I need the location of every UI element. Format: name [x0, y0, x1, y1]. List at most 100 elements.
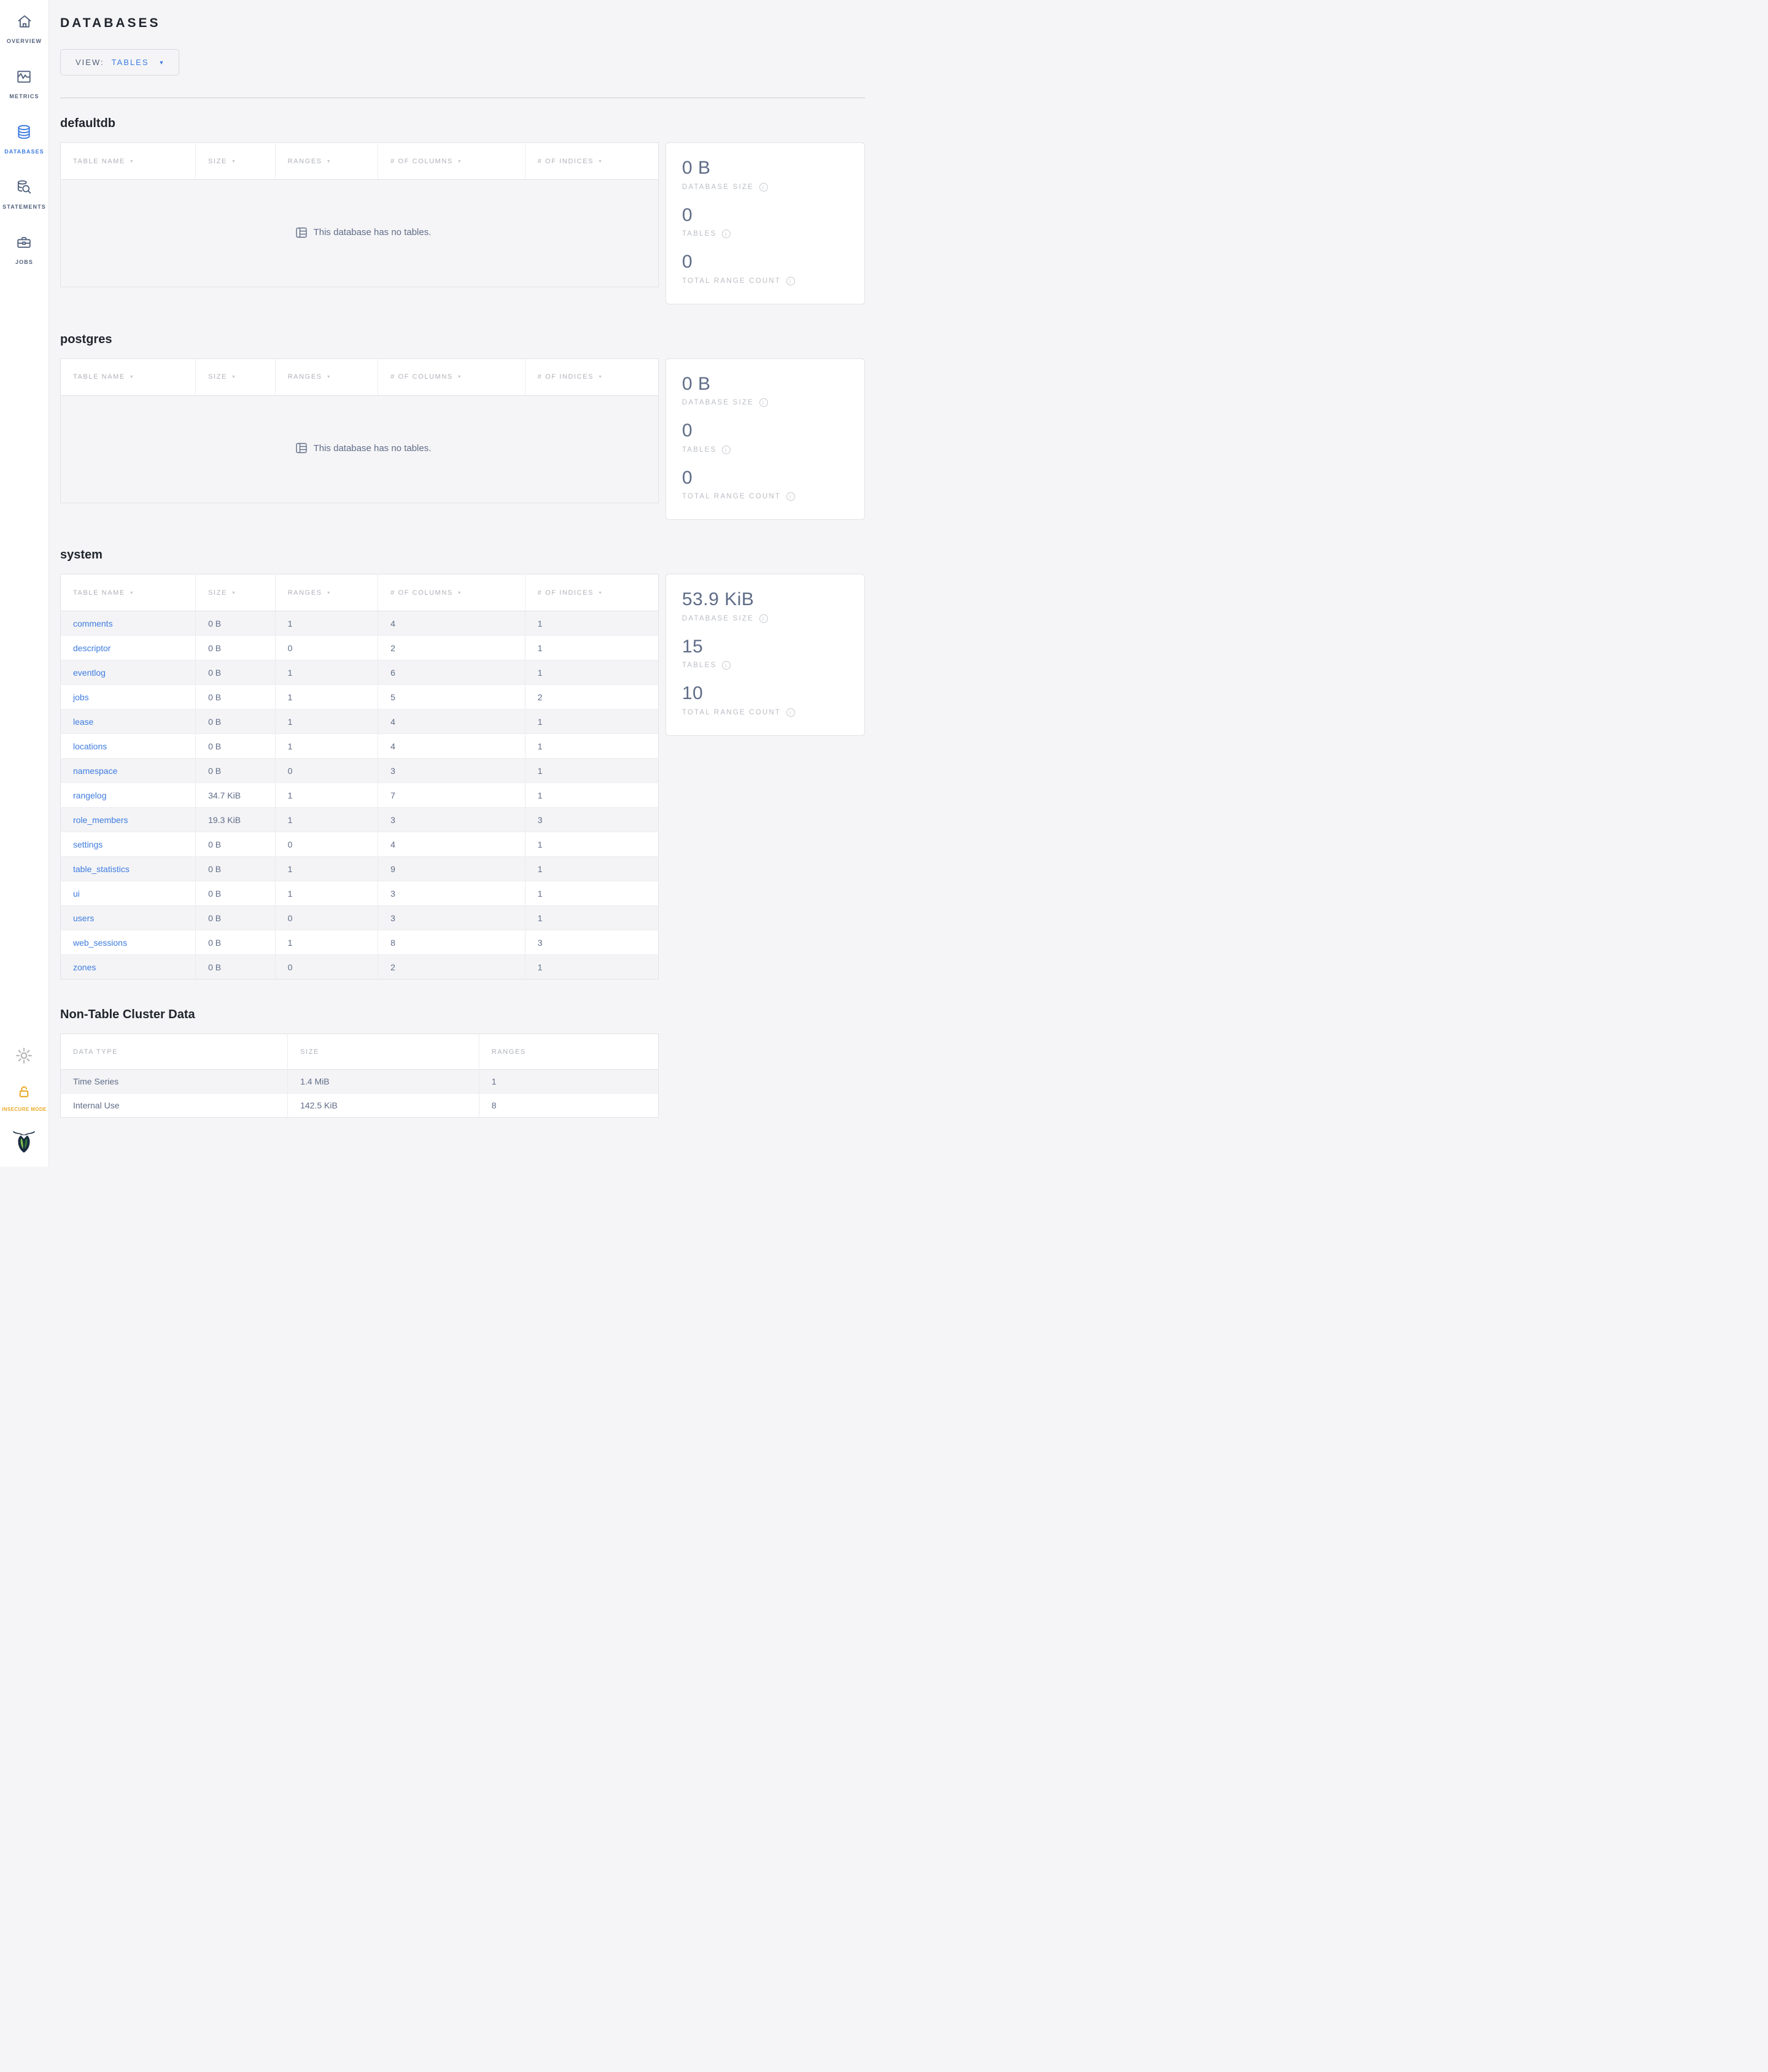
column-header-num-indices[interactable]: # OF INDICES ▼	[525, 574, 659, 611]
table-row: table_statistics 0 B191	[60, 856, 659, 881]
table-name-link[interactable]: rangelog	[73, 791, 107, 800]
table-name-link[interactable]: namespace	[73, 766, 117, 776]
sidebar-item-overview[interactable]: OVERVIEW	[7, 14, 42, 44]
sidebar-item-label: DATABASES	[4, 149, 44, 155]
range-count-stat: 10 TOTAL RANGE COUNT i	[682, 683, 848, 717]
tables-count-stat: 0 TABLES i	[682, 420, 848, 454]
table-name-link[interactable]: web_sessions	[73, 938, 127, 948]
table-name-link[interactable]: table_statistics	[73, 864, 130, 874]
table-cell: 1	[525, 709, 659, 734]
table-name-link[interactable]: ui	[73, 889, 80, 899]
sidebar-item-jobs[interactable]: JOBS	[15, 234, 33, 265]
table-cell: 1	[275, 783, 379, 808]
sort-arrow-icon: ▼	[231, 590, 237, 595]
info-icon[interactable]: i	[722, 661, 731, 670]
column-header-table-name[interactable]: TABLE NAME ▼	[60, 142, 196, 180]
table-name-link[interactable]: lease	[73, 717, 93, 727]
table-cell: 1	[525, 635, 659, 660]
column-header-size[interactable]: SIZE ▼	[195, 358, 276, 396]
column-header-ranges[interactable]: RANGES ▼	[275, 142, 379, 180]
sidebar-item-databases[interactable]: DATABASES	[4, 124, 44, 155]
column-header-size[interactable]: SIZE ▼	[195, 574, 276, 611]
table-grid-icon	[295, 227, 307, 238]
column-header-num-columns[interactable]: # OF COLUMNS ▼	[378, 142, 525, 180]
table-cell: 3	[525, 807, 659, 832]
database-tables-panel: TABLE NAME ▼ SIZE ▼ RANGES ▼ # OF COLUMNS ▼ …	[60, 142, 659, 287]
sort-arrow-icon: ▼	[598, 375, 603, 379]
non-table-row: Internal Use 142.5 KiB 8	[60, 1093, 659, 1118]
empty-state-row: This database has no tables.	[61, 395, 659, 503]
info-icon[interactable]: i	[786, 708, 796, 717]
sidebar-item-statements[interactable]: STATEMENTS	[2, 179, 46, 210]
table-cell: 0	[275, 758, 379, 783]
insecure-mode-indicator[interactable]: INSECURE MODE	[2, 1084, 47, 1112]
non-table-header-row: DATA TYPE SIZE RANGES	[60, 1034, 659, 1070]
column-header-table-name[interactable]: TABLE NAME ▼	[60, 358, 196, 396]
info-icon[interactable]: i	[786, 492, 796, 501]
column-header-size[interactable]: SIZE ▼	[195, 142, 276, 180]
column-header-ranges[interactable]: RANGES ▼	[275, 358, 379, 396]
table-row: namespace 0 B031	[60, 758, 659, 783]
table-cell: 0 B	[195, 733, 276, 759]
table-cell: 1	[275, 807, 379, 832]
table-cell: 0 B	[195, 611, 276, 636]
table-cell: 1	[275, 709, 379, 734]
table-cell: 0	[275, 905, 379, 930]
view-dropdown-value: TABLES	[111, 58, 149, 67]
table-name-link[interactable]: users	[73, 913, 94, 923]
column-header-num-indices[interactable]: # OF INDICES ▼	[525, 142, 659, 180]
settings-gear-icon[interactable]	[15, 1046, 33, 1068]
table-cell: 0	[275, 954, 379, 980]
sort-arrow-icon: ▼	[231, 159, 237, 164]
column-header-num-indices[interactable]: # OF INDICES ▼	[525, 358, 659, 396]
info-icon[interactable]: i	[722, 230, 731, 238]
sidebar-item-label: OVERVIEW	[6, 38, 42, 44]
info-icon[interactable]: i	[759, 182, 769, 191]
info-icon[interactable]: i	[759, 614, 769, 623]
table-cell: 1	[275, 881, 379, 906]
tables-count-value: 0	[682, 204, 693, 225]
table-name-link[interactable]: zones	[73, 962, 96, 972]
non-table-cell: 142.5 KiB	[287, 1093, 479, 1118]
table-cell: 3	[525, 930, 659, 955]
table-cell: 1	[275, 611, 379, 636]
table-cell: 1	[275, 733, 379, 759]
table-name-link[interactable]: locations	[73, 741, 107, 751]
table-cell: 1	[525, 733, 659, 759]
table-row: locations 0 B141	[60, 733, 659, 759]
range-count-label: TOTAL RANGE COUNT	[682, 493, 781, 500]
table-name-link[interactable]: descriptor	[73, 643, 110, 653]
table-cell: 1	[525, 758, 659, 783]
sidebar-item-metrics[interactable]: METRICS	[9, 69, 39, 99]
view-dropdown[interactable]: VIEW: TABLES ▼	[60, 49, 180, 75]
table-cell: 3	[378, 881, 525, 906]
database-tables-panel: TABLE NAME ▼ SIZE ▼ RANGES ▼ # OF COLUMNS ▼ …	[60, 574, 659, 980]
table-cell: 1	[525, 856, 659, 881]
table-name-link[interactable]: settings	[73, 840, 103, 849]
table-cell: 0 B	[195, 856, 276, 881]
info-icon[interactable]: i	[759, 398, 769, 407]
column-header-num-columns[interactable]: # OF COLUMNS ▼	[378, 574, 525, 611]
info-icon[interactable]: i	[786, 276, 796, 285]
table-name-link[interactable]: comments	[73, 619, 113, 628]
table-header-row: TABLE NAME ▼ SIZE ▼ RANGES ▼ # OF COLUMNS ▼ …	[60, 358, 659, 396]
table-cell: 5	[378, 684, 525, 709]
table-name-link[interactable]: role_members	[73, 815, 128, 825]
column-header-table-name[interactable]: TABLE NAME ▼	[60, 574, 196, 611]
table-row: settings 0 B041	[60, 832, 659, 857]
column-header-num-columns[interactable]: # OF COLUMNS ▼	[378, 358, 525, 396]
table-name-link[interactable]: jobs	[73, 692, 89, 702]
info-icon[interactable]: i	[722, 445, 731, 454]
table-name-link[interactable]: eventlog	[73, 668, 106, 678]
table-cell: 34.7 KiB	[195, 783, 276, 808]
non-table-cell: 1	[479, 1069, 659, 1094]
tables-count-stat: 0 TABLES i	[682, 204, 848, 238]
tables-count-value: 15	[682, 636, 704, 657]
table-cell: 4	[378, 611, 525, 636]
table-cell: 3	[378, 807, 525, 832]
database-size-label: DATABASE SIZE	[682, 183, 754, 191]
table-row: jobs 0 B152	[60, 684, 659, 709]
table-cell: 19.3 KiB	[195, 807, 276, 832]
column-header-ranges[interactable]: RANGES ▼	[275, 574, 379, 611]
table-cell: 1	[525, 954, 659, 980]
